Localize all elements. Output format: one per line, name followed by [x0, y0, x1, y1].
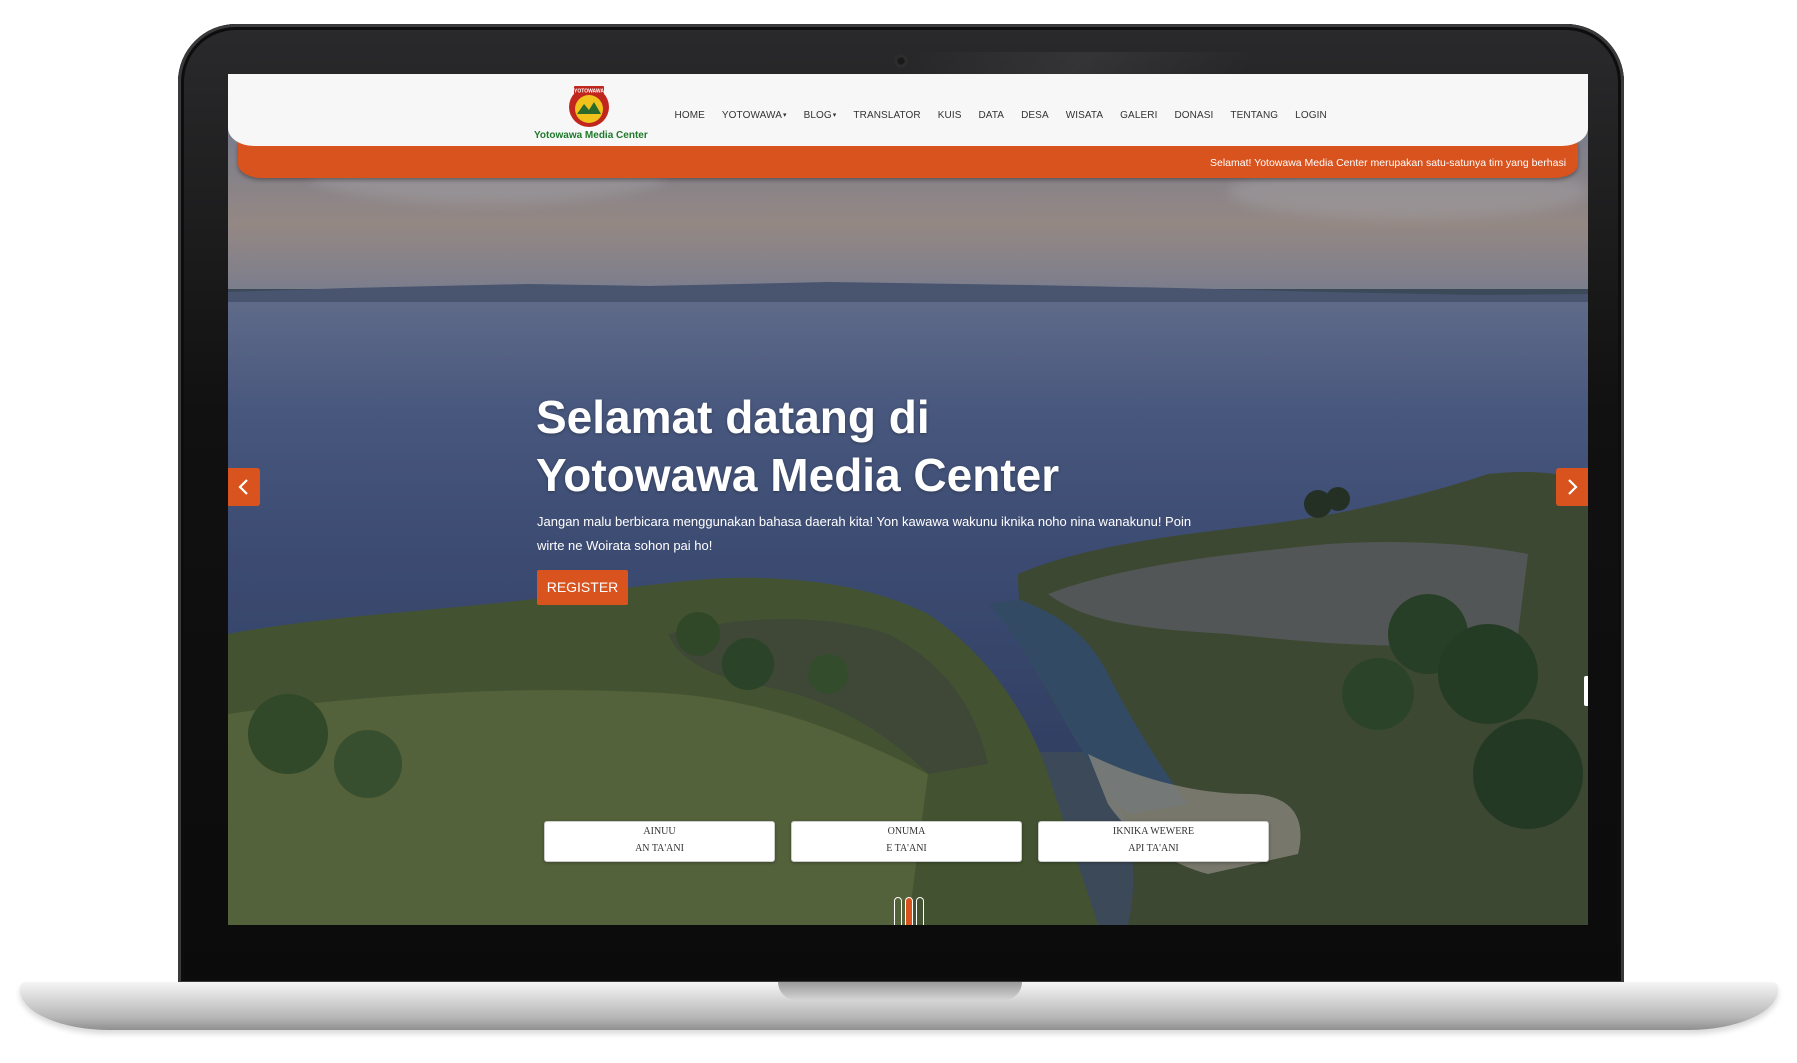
- nav-item-home[interactable]: HOME: [666, 110, 713, 121]
- nav-item-label: GALERI: [1120, 110, 1158, 121]
- feature-buttons: AINUU AN TA'ANI ONUMA E TA'ANI IKNIKA WE…: [544, 821, 1269, 862]
- logo-emblem-icon: YOTOWAWA: [569, 86, 609, 127]
- logo-text: Yotowawa Media Center: [534, 130, 648, 141]
- nav-item-label: TRANSLATOR: [853, 110, 921, 121]
- nav-item-label: HOME: [674, 110, 705, 121]
- nav-item-desa[interactable]: DESA: [1013, 110, 1058, 121]
- nav-item-label: DATA: [978, 110, 1005, 121]
- feature-line-1: IKNIKA WEWERE: [1112, 826, 1195, 837]
- carousel-next-button[interactable]: [1556, 468, 1588, 506]
- feature-button-onuma[interactable]: ONUMA E TA'ANI: [791, 821, 1022, 862]
- caret-down-icon: ▾: [832, 112, 837, 119]
- chevron-right-icon: [1568, 479, 1578, 495]
- nav-item-kuis[interactable]: KUIS: [929, 110, 970, 121]
- carousel-prev-button[interactable]: [228, 468, 260, 506]
- nav-item-login[interactable]: LOGIN: [1287, 110, 1336, 121]
- nav-item-galeri[interactable]: GALERI: [1112, 110, 1166, 121]
- webcam-icon: [896, 56, 906, 66]
- carousel-indicators: [894, 897, 924, 925]
- hero-title-line-1: Selamat datang di: [536, 391, 930, 443]
- nav-item-label: KUIS: [937, 110, 962, 121]
- carousel-indicator-3[interactable]: [916, 897, 924, 925]
- carousel-indicator-1[interactable]: [894, 897, 902, 925]
- hero-title: Selamat datang di Yotowawa Media Center: [536, 388, 1059, 504]
- svg-text:YOTOWAWA: YOTOWAWA: [574, 89, 604, 95]
- ticker-text: Selamat! Yotowawa Media Center merupakan…: [1210, 157, 1566, 169]
- feature-line-2: E TA'ANI: [886, 843, 927, 854]
- feature-line-1: ONUMA: [887, 826, 926, 837]
- website-screen: YOTOWAWA Yotowawa Media Center HOME YOTOW…: [228, 74, 1588, 925]
- register-button[interactable]: REGISTER: [537, 570, 628, 605]
- site-logo[interactable]: YOTOWAWA Yotowawa Media Center: [534, 84, 648, 144]
- nav-item-tentang[interactable]: TENTANG: [1222, 110, 1287, 121]
- feature-button-ainuu[interactable]: AINUU AN TA'ANI: [544, 821, 775, 862]
- announcement-ticker: Selamat! Yotowawa Media Center merupakan…: [238, 142, 1578, 178]
- nav-item-label: TENTANG: [1230, 110, 1279, 121]
- nav-item-label: DESA: [1021, 110, 1049, 121]
- chevron-left-icon: [238, 479, 248, 495]
- nav-item-wisata[interactable]: WISATA: [1057, 110, 1111, 121]
- nav-item-label: DONASI: [1174, 110, 1214, 121]
- feature-line-2: API TA'ANI: [1128, 843, 1179, 854]
- navbar: YOTOWAWA Yotowawa Media Center HOME YOTOW…: [228, 74, 1588, 146]
- caret-down-icon: ▾: [782, 112, 787, 119]
- nav-item-yotowawa[interactable]: YOTOWAWA▾: [713, 110, 795, 121]
- side-tab-handle[interactable]: [1584, 676, 1588, 706]
- nav-menu: HOME YOTOWAWA▾ BLOG▾ TRANSLATOR KUIS DATA DESA…: [666, 110, 1335, 121]
- nav-item-data[interactable]: DATA: [970, 110, 1013, 121]
- nav-item-label: YOTOWAWA: [721, 110, 782, 121]
- feature-line-2: AN TA'ANI: [635, 843, 684, 854]
- nav-item-blog[interactable]: BLOG▾: [795, 110, 845, 121]
- feature-button-iknika-wewere[interactable]: IKNIKA WEWERE API TA'ANI: [1038, 821, 1269, 862]
- hero-subtitle: Jangan malu berbicara menggunakan bahasa…: [537, 514, 1192, 553]
- nav-item-label: LOGIN: [1295, 110, 1327, 121]
- laptop-base-notch: [778, 982, 1022, 1000]
- nav-item-label: BLOG: [803, 110, 832, 121]
- nav-item-donasi[interactable]: DONASI: [1166, 110, 1222, 121]
- feature-line-1: AINUU: [643, 826, 676, 837]
- nav-item-label: WISATA: [1065, 110, 1104, 121]
- hero-title-line-2: Yotowawa Media Center: [536, 449, 1060, 501]
- nav-item-translator[interactable]: TRANSLATOR: [845, 110, 929, 121]
- carousel-indicator-2[interactable]: [905, 897, 913, 925]
